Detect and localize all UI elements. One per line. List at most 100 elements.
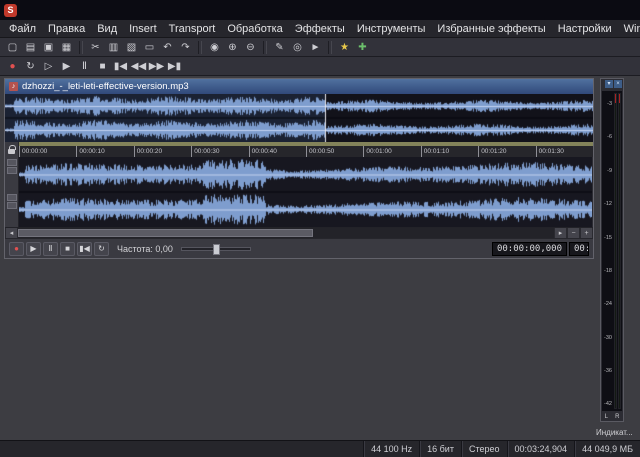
favorites-button[interactable]: ★ (336, 39, 353, 55)
zoom-out-horizontal-button[interactable]: − (567, 228, 580, 238)
cut-button[interactable]: ✂ (87, 39, 104, 55)
channel-1-controls (5, 157, 18, 192)
meter-scale-value: -30 (602, 336, 613, 342)
event-tool-button[interactable]: ► (307, 39, 324, 55)
toolbar-separator (79, 41, 83, 54)
transport-record-button[interactable]: ● (4, 58, 21, 74)
scrollbar-thumb[interactable] (18, 229, 313, 237)
channel-2-minimize-button[interactable] (7, 194, 17, 201)
menu-favorite-effects[interactable]: Избранные эффекты (431, 22, 551, 36)
menu-options[interactable]: Настройки (552, 22, 618, 36)
status-bar: 44 100 Hz16 битСтерео00:03:24,90444 049,… (0, 440, 640, 457)
transport-go-to-start-button[interactable]: ▮◀ (112, 58, 129, 74)
document-title: dzhozzi_-_leti-leti-effective-version.mp… (22, 81, 189, 92)
status-channel-mode[interactable]: Стерео (461, 441, 507, 457)
menu-effects[interactable]: Эффекты (289, 22, 351, 36)
save-all-button[interactable]: ▦ (58, 39, 75, 55)
menu-file[interactable]: Файл (3, 22, 42, 36)
trim-button[interactable]: ▭ (141, 39, 158, 55)
paste-button[interactable]: ▧ (123, 39, 140, 55)
frequency-slider-thumb[interactable] (213, 244, 220, 255)
menu-insert[interactable]: Insert (123, 22, 163, 36)
transport-fast-forward-button[interactable]: ▶▶ (148, 58, 165, 74)
time-display-secondary[interactable]: 00: (569, 242, 589, 256)
channel-2-maximize-button[interactable] (7, 202, 17, 209)
waveform-row (5, 157, 593, 227)
transport-go-to-end-button[interactable]: ▶▮ (166, 58, 183, 74)
channel-1-minimize-button[interactable] (7, 159, 17, 166)
transport-pause-button[interactable]: Ⅱ (76, 58, 93, 74)
doc-loop-playback-button[interactable]: ↻ (94, 242, 109, 256)
meter-scale-value: -15 (602, 236, 613, 242)
time-ruler[interactable]: 00:00:0000:00:1000:00:2000:00:3000:00:40… (19, 142, 593, 157)
ruler-tick: 00:01:10 (421, 146, 449, 157)
open-file-button[interactable]: ▤ (22, 39, 39, 55)
time-display[interactable]: 00:00:00,000 (492, 242, 567, 256)
lock-button[interactable] (5, 142, 19, 157)
scroll-right-button[interactable]: ▸ (554, 228, 567, 238)
undo-button[interactable]: ↶ (159, 39, 176, 55)
menu-window[interactable]: Window (618, 22, 640, 36)
meter-scale-value: -12 (602, 202, 613, 208)
plugin-chain-button[interactable]: ✚ (354, 39, 371, 55)
doc-go-to-start-button[interactable]: ▮◀ (77, 242, 92, 256)
transport-stop-button[interactable]: ■ (94, 58, 111, 74)
edit-tool-button[interactable]: ✎ (271, 39, 288, 55)
workspace: ♪ dzhozzi_-_leti-leti-effective-version.… (0, 76, 640, 440)
audio-file-icon: ♪ (9, 82, 18, 91)
copy-button[interactable]: ▥ (105, 39, 122, 55)
status-free-space: 44 049,9 МБ (574, 441, 640, 457)
channel-2-controls (5, 192, 18, 227)
redo-button[interactable]: ↷ (177, 39, 194, 55)
level-meter: -3-6-9-12-15-18-24-30-36-42 (602, 91, 622, 411)
menu-edit[interactable]: Правка (42, 22, 91, 36)
meter-scale-value: -24 (602, 302, 613, 308)
scrollbar-track[interactable] (18, 228, 554, 238)
zoom-selection-button[interactable]: ◉ (206, 39, 223, 55)
doc-stop-button[interactable]: ■ (60, 242, 75, 256)
frequency-slider[interactable] (181, 247, 251, 251)
meter-panel[interactable]: ▾× -3-6-9-12-15-18-24-30-36-42 L R (600, 78, 624, 422)
transport-rewind-button[interactable]: ◀◀ (130, 58, 147, 74)
document-window: ♪ dzhozzi_-_leti-leti-effective-version.… (4, 78, 594, 259)
meter-bars (613, 91, 622, 411)
doc-play-button[interactable]: ▶ (26, 242, 41, 256)
ruler-row: 00:00:0000:00:1000:00:2000:00:3000:00:40… (5, 142, 593, 157)
channel-controls-column (5, 157, 19, 227)
ruler-tick: 00:01:00 (363, 146, 391, 157)
scroll-left-button[interactable]: ◂ (5, 228, 18, 238)
channel-1-maximize-button[interactable] (7, 167, 17, 174)
meter-right-label: R (615, 414, 619, 420)
menu-tools[interactable]: Инструменты (351, 22, 432, 36)
status-bit-depth[interactable]: 16 бит (419, 441, 461, 457)
transport-play-button[interactable]: ▶ (58, 58, 75, 74)
app-window: S ФайлПравкаВидInsertTransportОбработкаЭ… (0, 0, 640, 457)
ruler-tick: 00:00:20 (134, 146, 162, 157)
lock-icon (8, 149, 15, 154)
ruler-tick: 00:00:00 (19, 146, 47, 157)
transport-loop-playback-button[interactable]: ↻ (22, 58, 39, 74)
transport-toolbar: ●↻▷▶Ⅱ■▮◀◀◀▶▶▶▮ (0, 57, 640, 76)
menu-transport[interactable]: Transport (163, 22, 222, 36)
zoom-out-button[interactable]: ⊖ (242, 39, 259, 55)
transport-play-all-button[interactable]: ▷ (40, 58, 57, 74)
title-bar[interactable]: S (0, 0, 640, 20)
status-sample-rate[interactable]: 44 100 Hz (363, 441, 419, 457)
zoom-in-horizontal-button[interactable]: + (580, 228, 593, 238)
main-waveform[interactable] (19, 157, 592, 227)
menu-bar: ФайлПравкаВидInsertTransportОбработкаЭфф… (0, 20, 640, 38)
meter-scale-value: -36 (602, 369, 613, 375)
save-button[interactable]: ▣ (40, 39, 57, 55)
doc-pause-button[interactable]: Ⅱ (43, 242, 58, 256)
new-file-button[interactable]: ▢ (4, 39, 21, 55)
magnify-tool-button[interactable]: ◎ (289, 39, 306, 55)
menu-view[interactable]: Вид (91, 22, 123, 36)
document-title-bar[interactable]: ♪ dzhozzi_-_leti-leti-effective-version.… (5, 79, 593, 94)
menu-process[interactable]: Обработка (221, 22, 288, 36)
overview-waveform[interactable] (5, 94, 593, 142)
meter-close-button[interactable]: × (614, 80, 622, 88)
zoom-in-button[interactable]: ⊕ (224, 39, 241, 55)
meter-menu-button[interactable]: ▾ (605, 80, 613, 88)
doc-record-button[interactable]: ● (9, 242, 24, 256)
ruler-tick: 00:00:30 (191, 146, 219, 157)
